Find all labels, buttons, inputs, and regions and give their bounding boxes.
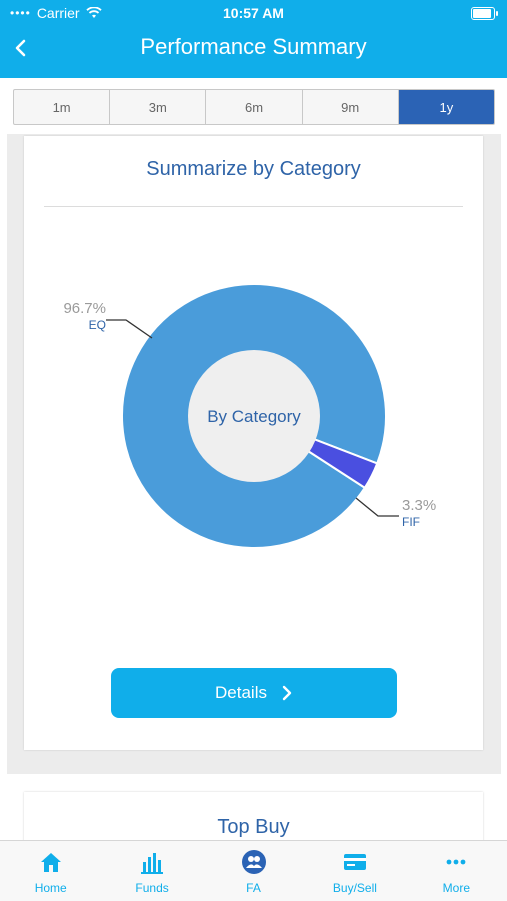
period-9m[interactable]: 9m [303, 90, 399, 124]
details-label: Details [215, 683, 267, 702]
status-bar: •••• Carrier 10:57 AM [0, 0, 507, 26]
bar-chart-icon [141, 853, 164, 874]
tab-home[interactable]: Home [0, 841, 101, 901]
eq-category-label: EQ [89, 318, 106, 332]
fif-category-label: FIF [402, 515, 420, 529]
eq-leader-line [106, 319, 153, 339]
donut-center-label: By Category [207, 407, 301, 426]
tab-home-label: Home [34, 881, 67, 895]
card-icon [343, 854, 366, 870]
tab-fa[interactable]: FA [203, 841, 304, 901]
advisor-icon [241, 850, 266, 874]
chevron-right-icon [282, 685, 292, 701]
tab-more[interactable]: More [406, 841, 507, 901]
tab-funds[interactable]: Funds [101, 841, 202, 901]
top-buy-title: Top Buy [217, 816, 290, 838]
period-3m[interactable]: 3m [110, 90, 207, 124]
fif-leader-line [355, 497, 399, 517]
summary-card: Summarize by Category By Category 96.7% … [24, 136, 483, 750]
tab-bar: Home Funds FA Buy/Sell More [0, 840, 507, 901]
tab-funds-label: Funds [135, 881, 169, 895]
app-header: •••• Carrier 10:57 AM Performance Summar… [0, 0, 507, 78]
category-donut-chart: By Category 96.7% EQ 3.3% FIF [63, 283, 436, 549]
more-dots-icon [446, 859, 466, 865]
fif-value-label: 3.3% [402, 497, 436, 514]
tab-fa-label: FA [246, 881, 261, 895]
details-button[interactable]: Details [111, 668, 397, 718]
clock: 10:57 AM [223, 5, 284, 21]
period-selector: 1m 3m 6m 9m 1y [13, 89, 495, 125]
period-1m[interactable]: 1m [14, 90, 111, 124]
page-title: Performance Summary [140, 34, 367, 59]
period-1y[interactable]: 1y [398, 90, 494, 124]
home-icon [40, 853, 61, 872]
battery-icon [471, 7, 498, 20]
tab-buysell[interactable]: Buy/Sell [304, 841, 405, 901]
tab-buysell-label: Buy/Sell [332, 881, 377, 895]
eq-value-label: 96.7% [63, 300, 106, 317]
period-6m[interactable]: 6m [206, 90, 303, 124]
tab-more-label: More [442, 881, 470, 895]
